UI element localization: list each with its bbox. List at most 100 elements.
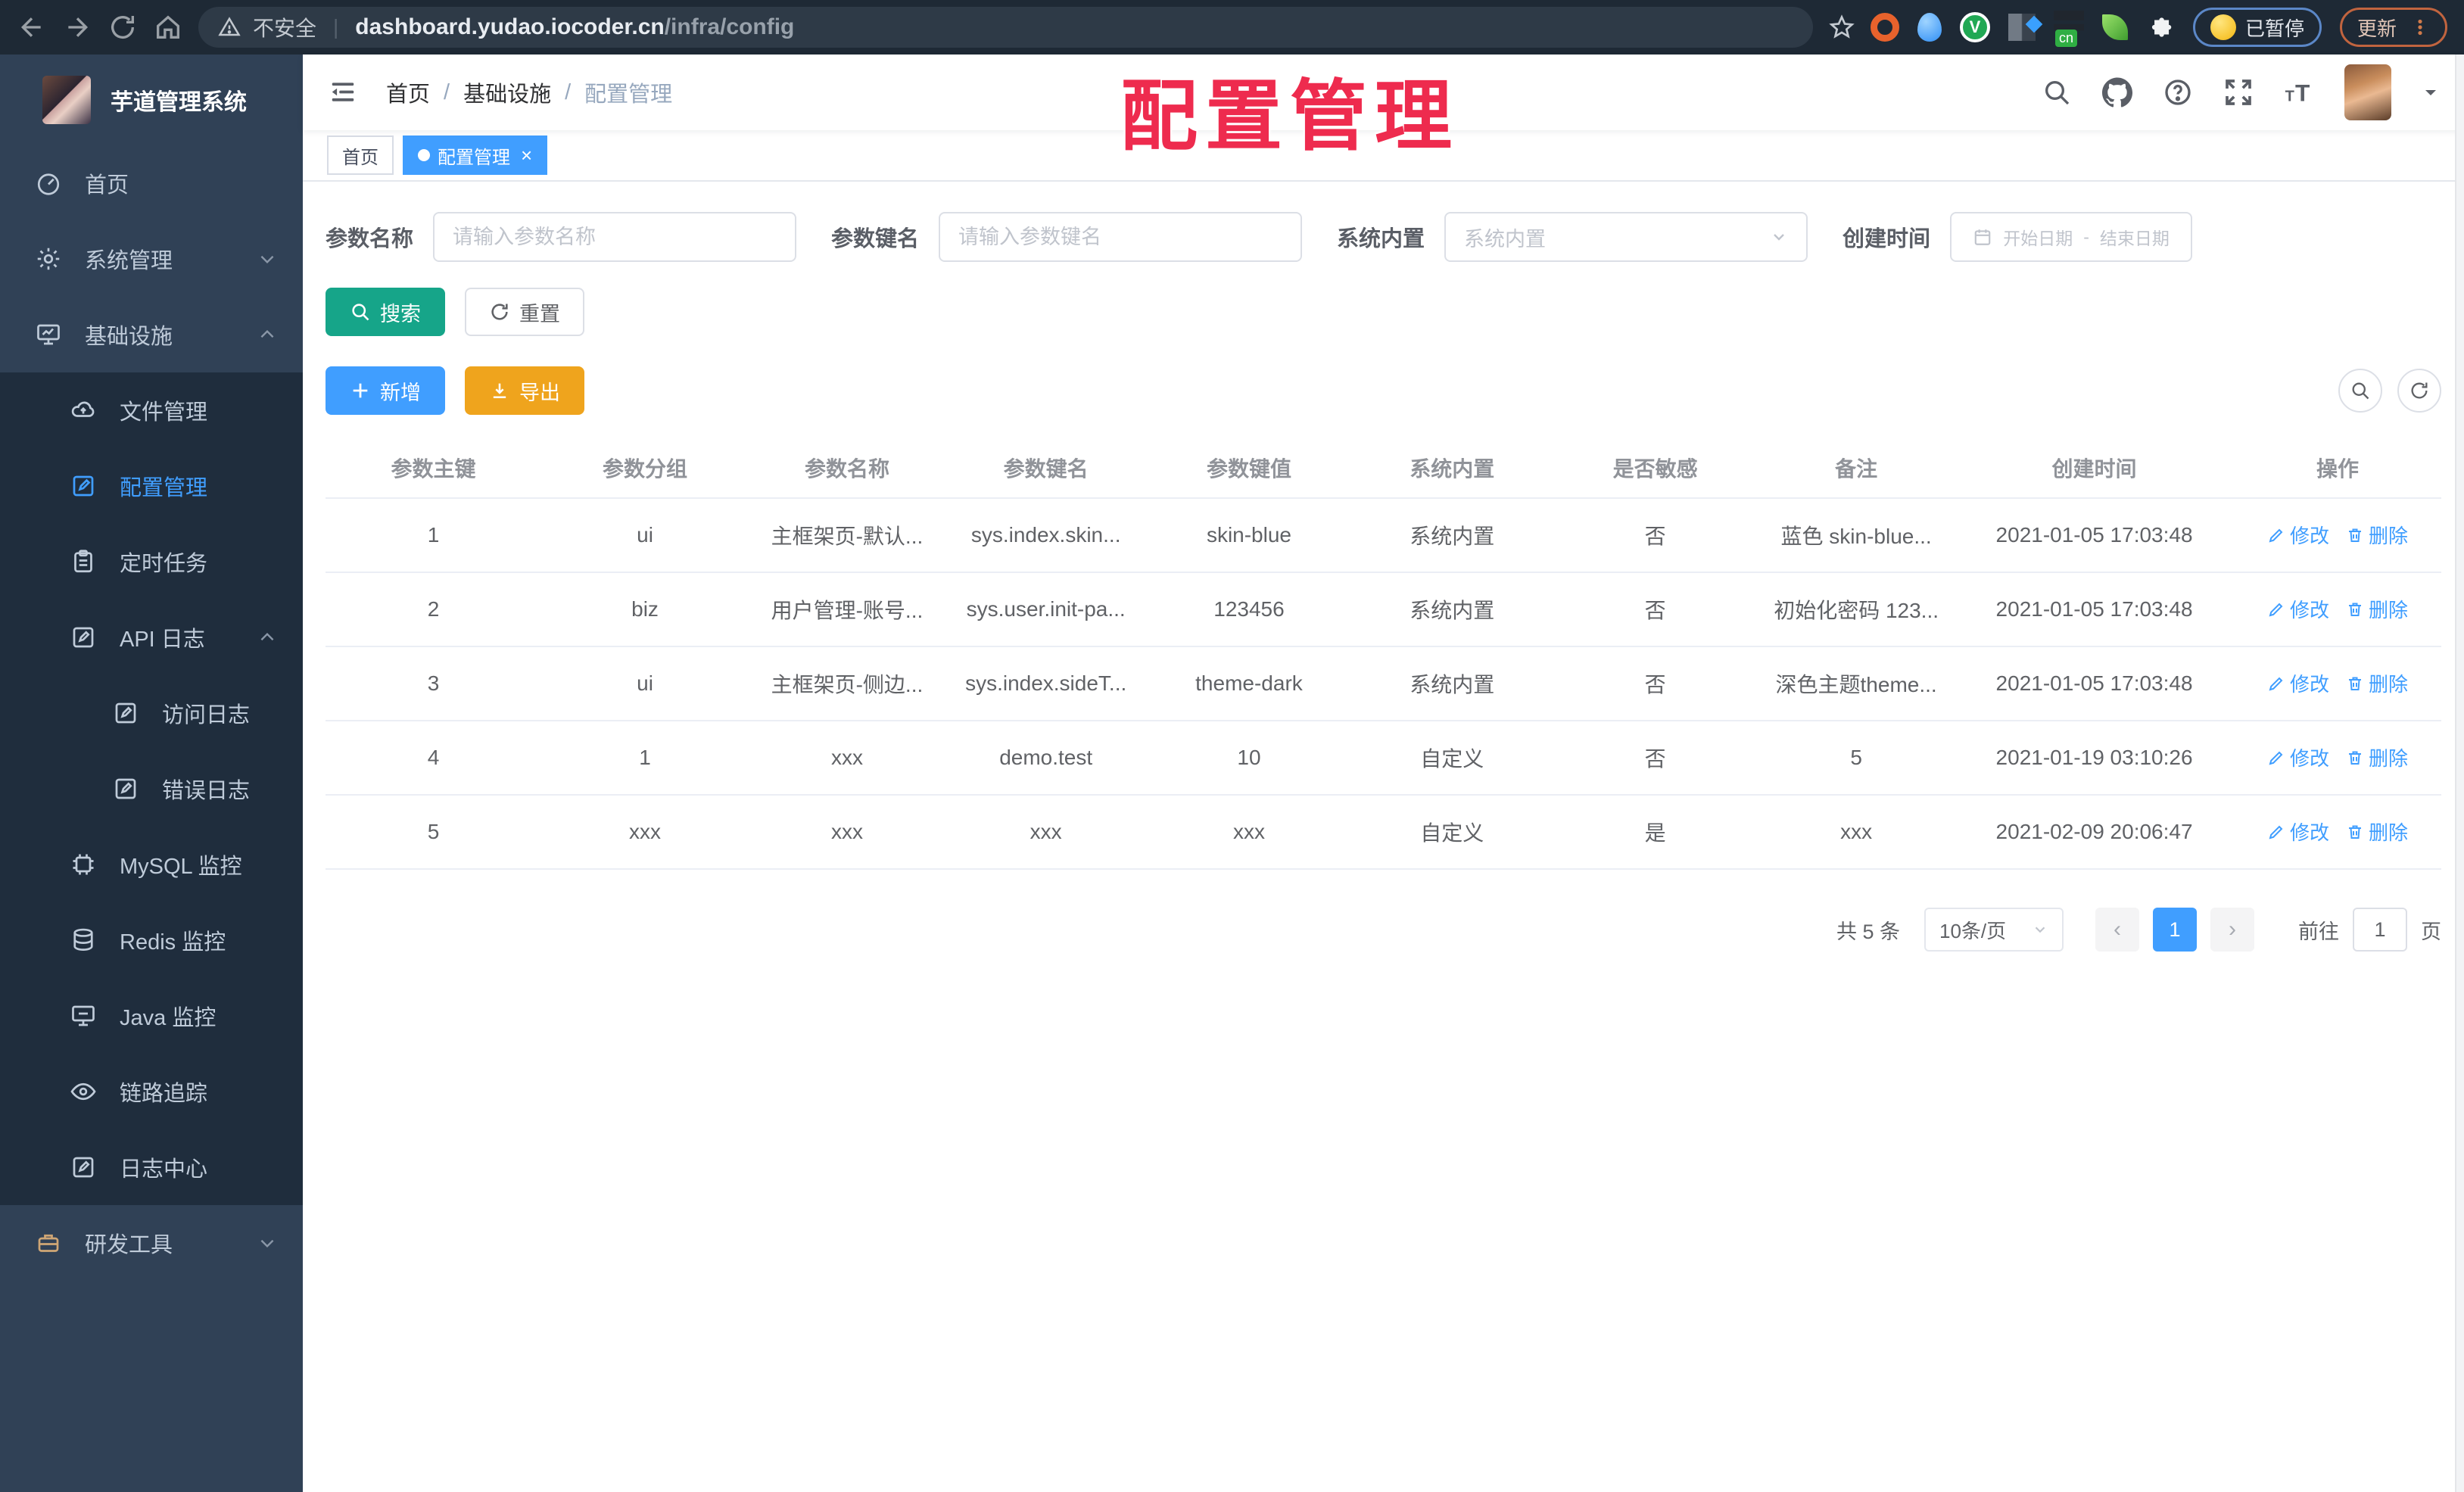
edit-link[interactable]: 修改	[2267, 669, 2329, 697]
sidebar-item-java[interactable]: Java 监控	[0, 978, 303, 1054]
sidebar-item-system[interactable]: 系统管理	[0, 221, 303, 297]
cloud-icon	[71, 401, 95, 417]
security-label[interactable]: 不安全	[253, 12, 316, 42]
delete-link[interactable]: 删除	[2346, 818, 2408, 846]
page-scrollbar[interactable]	[2455, 55, 2464, 1492]
sidebar-item-file[interactable]: 文件管理	[0, 372, 303, 448]
help-icon[interactable]	[2163, 77, 2193, 107]
sidebar-item-home[interactable]: 首页	[0, 145, 303, 221]
hamburger-icon[interactable]	[327, 78, 359, 107]
back-icon[interactable]	[17, 12, 47, 42]
forward-icon[interactable]	[62, 12, 92, 42]
chip-icon	[73, 854, 94, 875]
col-header: 是否敏感	[1553, 438, 1758, 499]
breadcrumb-home[interactable]: 首页	[386, 76, 430, 108]
page-1-button[interactable]: 1	[2153, 908, 2197, 952]
add-button[interactable]: 新增	[326, 366, 445, 415]
browser-update-button[interactable]: 更新	[2339, 8, 2447, 47]
extension-green-v-icon[interactable]: V	[1959, 12, 1990, 42]
doc-edit-icon	[73, 1157, 94, 1178]
sidebar-item-redis[interactable]: Redis 监控	[0, 902, 303, 978]
breadcrumb-infra[interactable]: 基础设施	[463, 76, 551, 108]
next-page-button[interactable]: ›	[2210, 908, 2254, 952]
reload-icon[interactable]	[107, 12, 138, 42]
pencil-icon	[2269, 825, 2283, 839]
app-logo-row[interactable]: 芋道管理系统	[0, 55, 303, 145]
bookmark-star-icon[interactable]	[1828, 14, 1855, 41]
toggle-search-button[interactable]	[2338, 369, 2382, 413]
svg-text:T: T	[2295, 79, 2310, 107]
github-icon[interactable]	[2102, 77, 2132, 107]
param-name-input[interactable]	[433, 212, 797, 262]
browser-toolbar: 不安全 | dashboard.yudao.iocoder.cn/infra/c…	[0, 0, 2464, 55]
sidebar-item-mysql[interactable]: MySQL 监控	[0, 827, 303, 902]
search-icon[interactable]	[2042, 77, 2072, 107]
param-key-label: 参数键名	[831, 227, 920, 251]
delete-link[interactable]: 删除	[2346, 595, 2408, 623]
close-icon[interactable]: ×	[521, 145, 532, 165]
system-builtin-select[interactable]: 系统内置	[1444, 212, 1808, 262]
user-avatar[interactable]	[2344, 64, 2391, 120]
download-icon	[493, 383, 506, 399]
export-button[interactable]: 导出	[465, 366, 584, 415]
param-key-input[interactable]	[939, 212, 1303, 262]
paused-extension-badge[interactable]: 已暂停	[2192, 8, 2322, 47]
delete-link[interactable]: 删除	[2346, 521, 2408, 549]
font-size-icon[interactable]: TT	[2284, 77, 2314, 107]
caret-down-icon[interactable]	[2422, 83, 2440, 101]
trash-icon	[2349, 825, 2361, 839]
extension-orange-ring-icon[interactable]	[1870, 13, 1899, 42]
pencil-icon	[2269, 603, 2283, 617]
sidebar-item-infra[interactable]: 基础设施	[0, 297, 303, 372]
edit-link[interactable]: 修改	[2267, 595, 2329, 623]
app-window: 配置管理 芋道管理系统 首页 系统管理 基础设施 文件管理 配置管理 定时任务 …	[0, 55, 2464, 1492]
sidebar-item-config[interactable]: 配置管理	[0, 448, 303, 524]
refresh-icon	[491, 304, 508, 320]
breadcrumb: 首页 / 基础设施 / 配置管理	[386, 76, 672, 108]
chevron-down-icon	[2035, 927, 2045, 933]
total-count: 共 5 条	[1836, 920, 1900, 943]
filter-form: 参数名称 参数键名 系统内置 系统内置 创建时间 开始日期 - 结束日期	[326, 212, 2441, 262]
goto-page-input[interactable]	[2353, 908, 2407, 952]
table-header-row: 参数主键 参数分组 参数名称 参数键名 参数键值 系统内置 是否敏感 备注 创建…	[326, 438, 2441, 499]
app-title: 芋道管理系统	[111, 90, 247, 115]
sidebar-item-devtools[interactable]: 研发工具	[0, 1205, 303, 1281]
sidebar-item-log-center[interactable]: 日志中心	[0, 1129, 303, 1205]
search-button[interactable]: 搜索	[326, 288, 445, 336]
page-size-select[interactable]: 10条/页	[1924, 908, 2064, 952]
col-header: 系统内置	[1351, 438, 1553, 499]
tag-config-active[interactable]: 配置管理 ×	[403, 135, 548, 175]
refresh-table-button[interactable]	[2397, 369, 2441, 413]
tag-home[interactable]: 首页	[327, 135, 394, 175]
edit-link[interactable]: 修改	[2267, 818, 2329, 846]
edit-link[interactable]: 修改	[2267, 521, 2329, 549]
extension-cn-icon[interactable]: cn	[2053, 11, 2084, 47]
extension-leaf-icon[interactable]	[2101, 14, 2128, 40]
fullscreen-icon[interactable]	[2223, 77, 2254, 107]
col-header: 备注	[1758, 438, 1955, 499]
sidebar-item-api-log[interactable]: API 日志	[0, 600, 303, 675]
tags-view-bar: 首页 配置管理 ×	[303, 130, 2464, 182]
system-builtin-label: 系统内置	[1337, 227, 1425, 251]
edit-link[interactable]: 修改	[2267, 743, 2329, 771]
sidebar-item-error-log[interactable]: 错误日志	[0, 751, 303, 827]
prev-page-button[interactable]: ‹	[2095, 908, 2139, 952]
col-header: 参数主键	[326, 438, 542, 499]
top-navbar: 首页 / 基础设施 / 配置管理 TT	[303, 55, 2464, 130]
delete-link[interactable]: 删除	[2346, 669, 2408, 697]
extension-puzzle-icon[interactable]	[2146, 13, 2175, 42]
address-bar[interactable]: 不安全 | dashboard.yudao.iocoder.cn/infra/c…	[198, 7, 1813, 48]
search-icon	[2352, 382, 2369, 400]
extension-grid-icon[interactable]	[2008, 14, 2043, 41]
sidebar-item-access-log[interactable]: 访问日志	[0, 675, 303, 751]
date-start-placeholder: 开始日期	[2003, 229, 2073, 248]
sidebar-item-trace[interactable]: 链路追踪	[0, 1054, 303, 1129]
delete-link[interactable]: 删除	[2346, 743, 2408, 771]
extension-blue-pin-icon[interactable]	[1917, 13, 1942, 42]
chevron-up-icon	[260, 632, 274, 641]
reset-button[interactable]: 重置	[465, 288, 584, 336]
kebab-menu-icon[interactable]	[2410, 17, 2430, 37]
date-range-picker[interactable]: 开始日期 - 结束日期	[1950, 212, 2193, 262]
sidebar-item-job[interactable]: 定时任务	[0, 524, 303, 600]
home-icon[interactable]	[153, 12, 183, 42]
